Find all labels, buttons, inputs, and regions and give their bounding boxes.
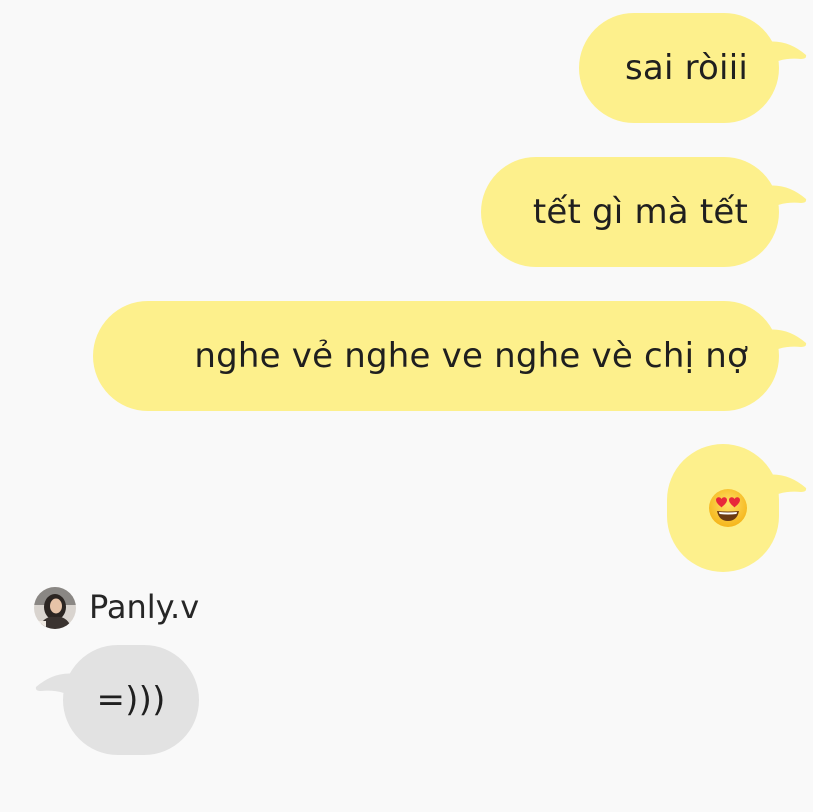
bubble-tail-icon (761, 329, 807, 355)
message-text: =))) (96, 680, 166, 720)
sender-name[interactable]: Panly.v (89, 588, 199, 626)
bubble-tail-icon (761, 185, 807, 211)
message-bubble-outgoing[interactable]: nghe vẻ nghe ve nghe vè chị nợ (93, 301, 807, 411)
message-bubble-outgoing[interactable]: sai ròiii (579, 13, 807, 123)
message-bubble-incoming[interactable]: =))) (35, 645, 199, 755)
message-text: tết gì mà tết (532, 192, 748, 232)
bubble-tail-icon (761, 474, 807, 500)
sender-label: Panly.v (34, 587, 199, 629)
message-bubble-outgoing-emoji[interactable] (667, 444, 807, 572)
bubble-tail-icon (761, 41, 807, 67)
message-bubble-outgoing[interactable]: tết gì mà tết (481, 157, 807, 267)
bubble-tail-icon (35, 673, 81, 699)
avatar[interactable] (34, 587, 76, 629)
message-text: nghe vẻ nghe ve nghe vè chị nợ (194, 336, 748, 376)
message-text: sai ròiii (625, 48, 748, 88)
heart-eyes-emoji-icon (709, 489, 747, 527)
